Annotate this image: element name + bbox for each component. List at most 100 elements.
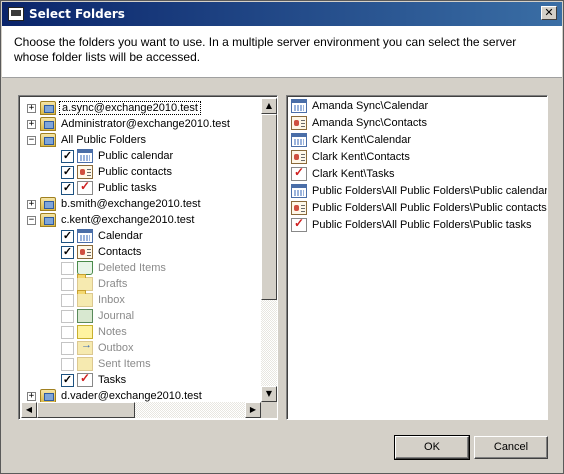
tree-horizontal-scrollbar[interactable]: ◀ ▶ <box>21 402 261 418</box>
server-icon <box>40 213 56 227</box>
list-item[interactable]: Public Folders\All Public Folders\Public… <box>291 183 548 199</box>
scroll-left-icon[interactable]: ◀ <box>21 402 37 418</box>
notes-icon <box>77 325 93 339</box>
tree-item-label: Outbox <box>98 342 134 354</box>
folder-checkbox[interactable]: ✓ <box>61 229 74 243</box>
list-item-label: Clark Kent\Tasks <box>312 168 395 180</box>
list-item[interactable]: Clark Kent\Tasks <box>291 165 397 182</box>
tree-item-label[interactable]: Public contacts <box>96 166 174 178</box>
title-bar[interactable]: Select Folders ✕ <box>2 2 562 26</box>
tree-vertical-scrollbar[interactable]: ▲ ▼ <box>261 98 277 402</box>
collapse-icon[interactable]: − <box>27 215 36 225</box>
folder-checkbox[interactable]: ✓ <box>61 373 74 387</box>
tasks-icon <box>291 165 307 181</box>
folder-checkbox[interactable]: ✓ <box>61 181 74 195</box>
journal-icon <box>77 309 93 323</box>
tasks-icon <box>291 216 307 232</box>
tree-item-public-contacts[interactable]: ✓ Public contacts <box>61 164 174 180</box>
tree-item-label[interactable]: Tasks <box>96 374 128 386</box>
tree-item-label[interactable]: Contacts <box>96 246 143 258</box>
tree-item-public-calendar[interactable]: ✓ Public calendar <box>61 148 175 164</box>
list-item[interactable]: Clark Kent\Calendar <box>291 132 413 148</box>
close-button[interactable]: ✕ <box>541 6 557 20</box>
tree-item-label[interactable]: b.smith@exchange2010.test <box>59 198 203 210</box>
folder-checkbox[interactable]: ✓ <box>61 165 74 179</box>
scroll-right-icon[interactable]: ▶ <box>245 402 261 418</box>
folder-checkbox <box>61 357 74 371</box>
tree-item-public-tasks[interactable]: ✓ Public tasks <box>61 179 159 196</box>
sent-items-icon <box>77 357 93 371</box>
ok-button[interactable]: OK <box>394 435 470 460</box>
tree-item-label[interactable]: Public tasks <box>96 182 159 194</box>
list-item-label: Amanda Sync\Calendar <box>312 100 429 112</box>
list-item[interactable]: Amanda Sync\Calendar <box>291 98 430 114</box>
tree-item-label: Inbox <box>98 294 125 306</box>
expand-icon[interactable]: + <box>27 391 36 401</box>
tree-item-label: Notes <box>98 326 127 338</box>
server-icon <box>40 389 56 402</box>
drafts-icon <box>77 274 93 291</box>
calendar-icon <box>291 133 307 147</box>
folder-tree[interactable]: + a.sync@exchange2010.test + Administrat… <box>21 98 261 402</box>
window-title: Select Folders <box>29 7 125 21</box>
tree-item-label[interactable]: c.kent@exchange2010.test <box>59 214 196 226</box>
expand-icon[interactable]: + <box>27 199 36 209</box>
tree-item-label[interactable]: a.sync@exchange2010.test <box>59 101 201 115</box>
folder-checkbox <box>61 277 74 291</box>
list-item-label: Clark Kent\Calendar <box>312 134 412 146</box>
tree-item-outbox: Outbox <box>61 339 135 356</box>
tree-item-contacts[interactable]: ✓ Contacts <box>61 244 143 260</box>
folder-tree-pane[interactable]: + a.sync@exchange2010.test + Administrat… <box>18 95 278 420</box>
tree-item-tasks[interactable]: ✓ Tasks <box>61 371 128 388</box>
dialog-description: Choose the folders you want to use. In a… <box>14 35 517 64</box>
list-item-label: Amanda Sync\Contacts <box>312 117 427 129</box>
folder-checkbox[interactable]: ✓ <box>61 245 74 259</box>
scroll-thumb[interactable] <box>261 114 277 300</box>
scrollbar-corner <box>261 402 277 418</box>
list-item[interactable]: Public Folders\All Public Folders\Public… <box>291 216 533 233</box>
tree-item-label[interactable]: Administrator@exchange2010.test <box>59 118 232 130</box>
tree-item-a-sync[interactable]: + a.sync@exchange2010.test <box>27 100 201 116</box>
server-icon <box>40 197 56 211</box>
tree-item-d-vader[interactable]: + d.vader@exchange2010.test <box>27 388 204 402</box>
list-item-label: Clark Kent\Contacts <box>312 151 410 163</box>
cancel-button[interactable]: Cancel <box>474 436 548 459</box>
calendar-icon <box>291 99 307 113</box>
list-item[interactable]: Public Folders\All Public Folders\Public… <box>291 200 547 216</box>
tree-item-label: Drafts <box>98 278 128 290</box>
tree-item-calendar[interactable]: ✓ Calendar <box>61 228 145 244</box>
tree-item-label: Journal <box>98 310 135 322</box>
scroll-up-icon[interactable]: ▲ <box>261 98 277 114</box>
tree-item-label: Sent Items <box>98 358 151 370</box>
tree-item-administrator[interactable]: + Administrator@exchange2010.test <box>27 116 232 132</box>
tree-item-sent-items: Sent Items <box>61 356 153 372</box>
scroll-thumb[interactable] <box>37 402 135 418</box>
tree-item-notes: Notes <box>61 324 129 340</box>
selected-folders-list[interactable]: Amanda Sync\Calendar Amanda Sync\Contact… <box>286 95 548 420</box>
tree-item-label[interactable]: d.vader@exchange2010.test <box>59 390 204 402</box>
list-item[interactable]: Clark Kent\Contacts <box>291 149 412 165</box>
folder-checkbox <box>61 261 74 275</box>
tree-item-drafts: Drafts <box>61 274 129 292</box>
tree-item-c-kent[interactable]: − c.kent@exchange2010.test <box>27 212 196 228</box>
calendar-icon <box>77 229 93 243</box>
collapse-icon[interactable]: − <box>27 135 36 145</box>
list-item-label: Public Folders\All Public Folders\Public… <box>312 202 547 214</box>
folder-checkbox[interactable]: ✓ <box>61 149 74 163</box>
window-icon <box>8 7 24 21</box>
server-icon <box>40 117 56 131</box>
folder-checkbox <box>61 325 74 339</box>
tree-item-label[interactable]: All Public Folders <box>59 134 148 146</box>
contacts-icon <box>291 201 307 215</box>
scroll-down-icon[interactable]: ▼ <box>261 386 277 402</box>
tree-item-all-public-folders[interactable]: − All Public Folders <box>27 132 148 148</box>
list-item[interactable]: Amanda Sync\Contacts <box>291 115 429 131</box>
tree-item-label[interactable]: Public calendar <box>96 150 175 162</box>
tree-item-b-smith[interactable]: + b.smith@exchange2010.test <box>27 196 203 212</box>
list-item-label: Public Folders\All Public Folders\Public… <box>312 185 548 197</box>
contacts-icon <box>291 150 307 164</box>
tree-item-label[interactable]: Calendar <box>96 230 145 242</box>
folder-checkbox <box>61 341 74 355</box>
expand-icon[interactable]: + <box>27 103 36 113</box>
expand-icon[interactable]: + <box>27 119 36 129</box>
